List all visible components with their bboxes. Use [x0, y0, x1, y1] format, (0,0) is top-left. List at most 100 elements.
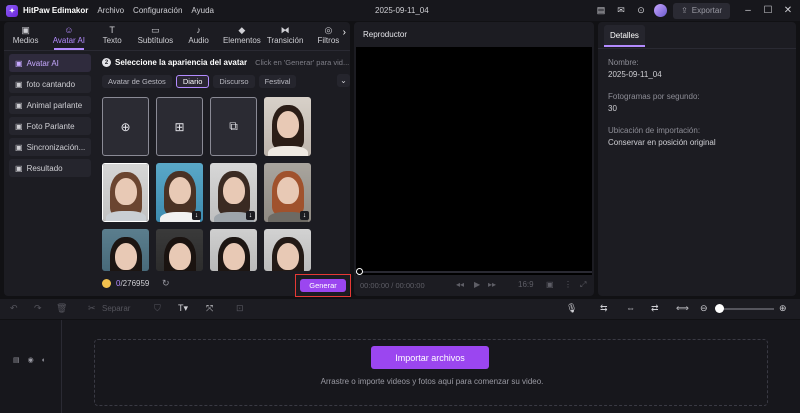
sidebar-item-sincronizacion[interactable]: ▣ Sincronización...	[9, 138, 91, 156]
refresh-icon[interactable]: ↻	[162, 278, 170, 289]
tab-detalles[interactable]: Detalles	[604, 25, 645, 47]
previous-frame-icon[interactable]: ◂◂	[456, 280, 464, 289]
name-label: Nombre:	[608, 58, 639, 67]
play-icon[interactable]: ▶	[474, 280, 480, 289]
tab-elementos[interactable]: ◆ Elementos	[220, 22, 263, 48]
playback-time: 00:00:00 / 00:00:00	[360, 281, 425, 290]
category-festival[interactable]: Festival	[258, 74, 297, 88]
unlink-icon[interactable]: ⇄	[651, 303, 659, 314]
playhead-handle[interactable]	[356, 268, 363, 275]
tab-avatar-ai[interactable]: ☺ Avatar AI	[47, 22, 90, 48]
redo-icon[interactable]: ↷	[34, 303, 42, 314]
shield-icon[interactable]: ⛉	[154, 303, 161, 314]
fit-icon[interactable]: ⟺	[676, 303, 689, 314]
divider	[598, 48, 796, 49]
chevron-right-icon[interactable]: ›	[343, 27, 346, 38]
avatar-tile[interactable]	[102, 163, 149, 222]
export-button[interactable]: ⇪ Exportar	[673, 2, 730, 19]
user-avatar[interactable]	[654, 4, 668, 17]
avatar-content: 2 Seleccione la apariencia del avatar Cl…	[98, 54, 350, 296]
avatar-image	[156, 229, 203, 271]
menu-configuracion[interactable]: Configuración	[133, 6, 182, 15]
avatar-tile[interactable]	[156, 229, 203, 271]
import-location-label: Ubicación de importación:	[608, 126, 701, 135]
avatar-ai-icon: ☺	[64, 25, 74, 35]
tab-texto[interactable]: T Texto	[91, 22, 134, 48]
freeze-icon[interactable]: ⊡	[236, 303, 244, 314]
step-header: 2 Seleccione la apariencia del avatar Cl…	[102, 58, 352, 67]
scissors-icon[interactable]: ✂	[88, 303, 96, 314]
fullscreen-icon[interactable]: ⤢	[580, 280, 586, 290]
playback-progress[interactable]	[356, 271, 592, 273]
avatar-icon: ▣	[15, 58, 23, 68]
menu-ayuda[interactable]: Ayuda	[191, 6, 214, 15]
download-icon[interactable]: ↓	[192, 211, 201, 220]
download-icon[interactable]: ↓	[246, 211, 255, 220]
import-location-value: Conservar en posición original	[608, 138, 716, 147]
drop-zone[interactable]: Importar archivos Arrastre o importe vid…	[94, 339, 768, 406]
singing-photo-icon: ▣	[15, 79, 23, 89]
maximize-icon[interactable]: ☐	[760, 5, 776, 16]
tab-subtitulos[interactable]: ▭ Subtítulos	[134, 22, 177, 48]
sidebar-item-resultado[interactable]: ▣ Resultado	[9, 159, 91, 177]
sidebar-item-avatar-ai[interactable]: ▣ Avatar AI	[9, 54, 91, 72]
minimize-icon[interactable]: –	[740, 5, 756, 16]
avatar-tile[interactable]	[102, 229, 149, 271]
upload-photo-tile[interactable]: ⊕	[102, 97, 149, 156]
category-diario[interactable]: Diario	[175, 74, 210, 88]
template-tile[interactable]: ⧉	[210, 97, 257, 156]
generate-button[interactable]: Generar	[300, 279, 346, 292]
sidebar-item-animal-parlante[interactable]: ▣ Animal parlante	[9, 96, 91, 114]
tab-medios[interactable]: ▣ Medios	[4, 22, 47, 48]
settings-icon[interactable]: ⋮	[564, 280, 572, 289]
feedback-icon[interactable]: ✉	[614, 4, 628, 18]
result-icon: ▣	[15, 163, 23, 173]
split-label[interactable]: Separar	[102, 304, 130, 313]
step-hint: Click en 'Generar' para vid...	[255, 58, 350, 67]
zoom-in-icon[interactable]: ⊕	[779, 303, 787, 314]
video-preview	[356, 47, 592, 294]
microphone-icon[interactable]: 🎙	[566, 303, 577, 314]
avatar-tile[interactable]	[264, 97, 311, 156]
drop-hint: Arrastre o importe videos y fotos aquí p…	[320, 377, 544, 386]
zoom-slider[interactable]	[718, 308, 774, 310]
snapshot-icon[interactable]: ▣	[546, 280, 554, 289]
sync-icon: ▣	[15, 142, 23, 152]
avatar-tile[interactable]: ↓	[156, 163, 203, 222]
delete-icon[interactable]: 🗑	[56, 303, 67, 314]
sidebar-item-foto-cantando[interactable]: ▣ foto cantando	[9, 75, 91, 93]
track-controls-icon[interactable]: ▤◉◐	[13, 356, 54, 364]
title-bar: ✦ HitPaw Edimakor Archivo Configuración …	[0, 0, 800, 21]
tab-transicion[interactable]: ⧓ Transición	[264, 22, 307, 48]
avatar-tile[interactable]	[264, 229, 311, 271]
zoom-slider-handle[interactable]	[715, 304, 724, 313]
category-avatar-de-gestos[interactable]: Avatar de Gestos	[102, 74, 172, 88]
crop-icon[interactable]: ⤧	[206, 303, 213, 314]
name-value: 2025-09-11_04	[608, 70, 662, 79]
undo-icon[interactable]: ↶	[10, 303, 18, 314]
avatar-tile[interactable]: ↓	[264, 163, 311, 222]
avatar-tile[interactable]	[210, 229, 257, 271]
template-icon: ⧉	[229, 119, 238, 133]
feature-tabs: ▣ Medios ☺ Avatar AI T Texto ▭ Subtítulos ♪ A…	[4, 22, 350, 48]
close-icon[interactable]: ✕	[780, 5, 796, 16]
download-icon[interactable]: ⊙	[634, 4, 648, 18]
avatar-tile[interactable]: ↓	[210, 163, 257, 222]
category-discurso[interactable]: Discurso	[213, 74, 255, 88]
menu-archivo[interactable]: Archivo	[97, 6, 124, 15]
tab-audio[interactable]: ♪ Audio	[177, 22, 220, 48]
zoom-out-icon[interactable]: ⊖	[700, 303, 708, 314]
download-icon[interactable]: ↓	[300, 211, 309, 220]
fps-value: 30	[608, 104, 617, 113]
align-icon[interactable]: ⇔	[626, 303, 635, 313]
text-tool-icon[interactable]: T▾	[178, 303, 188, 314]
subtitles-icon: ▭	[151, 25, 160, 35]
sidebar-item-foto-parlante[interactable]: ▣ Foto Parlante	[9, 117, 91, 135]
ai-avatar-tile[interactable]: ⊞	[156, 97, 203, 156]
aspect-ratio-select[interactable]: 16:9	[518, 280, 534, 289]
link-icon[interactable]: ⇆	[600, 303, 608, 314]
next-frame-icon[interactable]: ▸▸	[488, 280, 496, 289]
import-files-button[interactable]: Importar archivos	[371, 346, 489, 369]
keyboard-icon[interactable]: ▤	[594, 4, 608, 18]
chevron-down-icon[interactable]: ⌄	[337, 74, 350, 87]
